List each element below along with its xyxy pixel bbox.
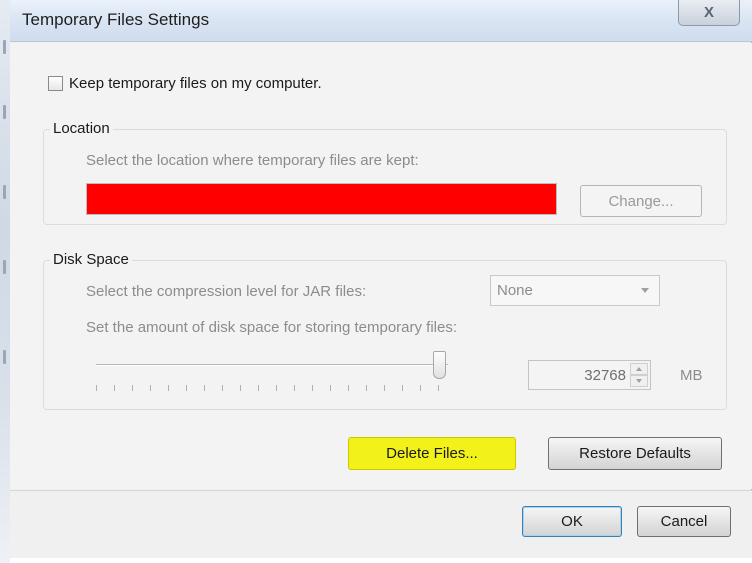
slider-tick bbox=[114, 385, 115, 391]
location-description: Select the location where temporary file… bbox=[86, 152, 419, 169]
slider-tick bbox=[294, 385, 295, 391]
edge-tick bbox=[3, 40, 6, 54]
slider-tick bbox=[276, 385, 277, 391]
disk-space-amount-label: Set the amount of disk space for storing… bbox=[86, 319, 458, 336]
location-group: Location Select the location where tempo… bbox=[43, 120, 727, 225]
slider-tick bbox=[132, 385, 133, 391]
close-button[interactable]: X bbox=[678, 0, 740, 26]
delete-files-button[interactable]: Delete Files... bbox=[348, 437, 516, 470]
title-bar[interactable]: Temporary Files Settings X bbox=[10, 0, 752, 42]
slider-tick bbox=[366, 385, 367, 391]
disk-space-slider-ticks bbox=[96, 385, 448, 391]
dialog-title: Temporary Files Settings bbox=[22, 10, 210, 29]
temporary-files-dialog: Temporary Files Settings X Keep temporar… bbox=[10, 0, 752, 558]
slider-tick bbox=[402, 385, 403, 391]
slider-tick bbox=[312, 385, 313, 391]
slider-tick bbox=[204, 385, 205, 391]
slider-tick bbox=[420, 385, 421, 391]
close-icon: X bbox=[703, 4, 714, 21]
slider-tick bbox=[186, 385, 187, 391]
slider-tick bbox=[330, 385, 331, 391]
size-spinner bbox=[630, 363, 648, 387]
size-unit-label: MB bbox=[680, 367, 703, 384]
dialog-footer: OK Cancel bbox=[10, 490, 752, 558]
disk-space-group: Disk Space Select the compression level … bbox=[43, 251, 727, 410]
keep-files-checkbox[interactable] bbox=[48, 76, 63, 91]
disk-space-size-input[interactable]: 32768 bbox=[528, 360, 651, 390]
compression-label: Select the compression level for JAR fil… bbox=[86, 283, 367, 300]
slider-tick bbox=[438, 385, 439, 391]
edge-tick bbox=[3, 105, 6, 119]
slider-tick bbox=[150, 385, 151, 391]
dialog-content: Keep temporary files on my computer. Loc… bbox=[10, 43, 752, 489]
edge-tick bbox=[3, 350, 6, 364]
location-group-title: Location bbox=[50, 120, 113, 137]
change-button[interactable]: Change... bbox=[580, 185, 702, 217]
slider-tick bbox=[240, 385, 241, 391]
slider-tick bbox=[222, 385, 223, 391]
ok-button[interactable]: OK bbox=[522, 506, 622, 537]
slider-tick bbox=[168, 385, 169, 391]
edge-tick bbox=[3, 185, 6, 199]
disk-space-group-title: Disk Space bbox=[50, 251, 132, 268]
background-window-edge bbox=[0, 0, 10, 563]
restore-defaults-button[interactable]: Restore Defaults bbox=[548, 437, 722, 470]
slider-tick bbox=[348, 385, 349, 391]
keep-files-row[interactable]: Keep temporary files on my computer. bbox=[48, 75, 322, 92]
disk-space-size-value: 32768 bbox=[584, 366, 626, 384]
spin-down-icon[interactable] bbox=[630, 375, 648, 387]
spin-up-icon[interactable] bbox=[630, 363, 648, 375]
location-path-field[interactable] bbox=[86, 183, 557, 215]
compression-select[interactable]: None bbox=[490, 275, 660, 306]
chevron-down-icon bbox=[641, 288, 649, 293]
compression-select-value: None bbox=[497, 282, 533, 299]
slider-tick bbox=[96, 385, 97, 391]
keep-files-label: Keep temporary files on my computer. bbox=[69, 75, 322, 92]
cancel-button[interactable]: Cancel bbox=[637, 506, 731, 537]
disk-space-slider-track[interactable] bbox=[96, 364, 448, 366]
disk-space-slider-thumb[interactable] bbox=[433, 351, 446, 379]
slider-tick bbox=[258, 385, 259, 391]
slider-tick bbox=[384, 385, 385, 391]
edge-tick bbox=[3, 260, 6, 274]
